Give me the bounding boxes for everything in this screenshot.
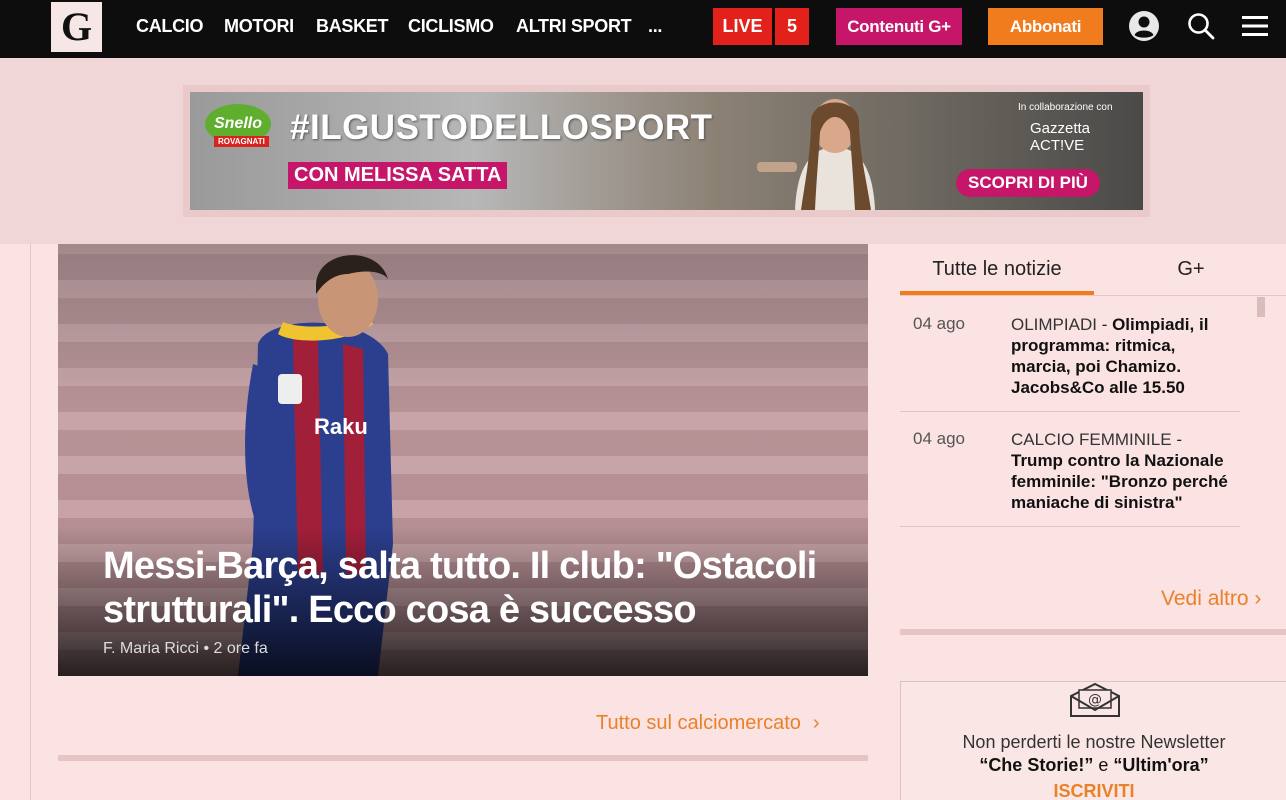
news-divider — [900, 411, 1240, 412]
section-divider — [900, 629, 1286, 635]
news-divider — [900, 526, 1240, 527]
see-more-link[interactable]: Vedi altro › — [1161, 587, 1261, 611]
news-text: CALCIO FEMMINILE - Trump contro la Nazio… — [1011, 429, 1236, 513]
newsletter-name-1: “Che Storie!” — [979, 755, 1094, 775]
news-date: 04 ago — [913, 314, 965, 333]
news-list-scrollbar[interactable] — [1257, 297, 1265, 317]
newsletter-intro: Non perderti le nostre Newsletter — [962, 732, 1226, 752]
news-text: OLIMPIADI - Olimpiadi, il programma: rit… — [1011, 314, 1236, 398]
user-icon[interactable] — [1127, 9, 1161, 43]
ad-collab-label: In collaborazione con — [1018, 102, 1113, 113]
nav-item-basket[interactable]: BASKET — [316, 16, 389, 37]
live-label: LIVE — [713, 8, 772, 45]
nav-item-ciclismo[interactable]: CICLISMO — [408, 16, 494, 37]
newsletter-subscribe-link[interactable]: ISCRIVITI — [901, 781, 1286, 800]
hero-time: 2 ore fa — [213, 640, 268, 657]
logo-letter: G — [60, 4, 93, 49]
category-separator: - — [1171, 430, 1182, 449]
newsletter-names: “Che Storie!” e “Ultim'ora” — [901, 755, 1286, 776]
sponsor-sub-logo: ROVAGNATI — [214, 136, 269, 147]
menu-icon[interactable] — [1238, 9, 1272, 43]
hero-author: F. Maria Ricci — [103, 640, 200, 657]
live-button[interactable]: LIVE 5 — [713, 8, 809, 45]
tab-gplus[interactable]: G+ — [1096, 258, 1286, 281]
news-category: CALCIO FEMMINILE — [1011, 430, 1172, 449]
chevron-right-icon: › — [812, 712, 820, 734]
ad-cta-button[interactable]: SCOPRI DI PIÙ — [956, 169, 1100, 197]
news-tabs: Tutte le notizie G+ — [900, 244, 1286, 296]
svg-text:Raku: Raku — [314, 414, 368, 439]
sponsored-banner[interactable]: Snello ROVAGNATI #ILGUSTODELLOSPORT CON … — [190, 92, 1143, 210]
category-separator: - — [1096, 315, 1113, 334]
hero-byline: F. Maria Ricci • 2 ore fa — [103, 640, 268, 658]
top-navigation-bar: G CALCIO MOTORI BASKET CICLISMO ALTRI SP… — [0, 0, 1286, 58]
news-date: 04 ago — [913, 429, 965, 448]
gplus-content-button[interactable]: Contenuti G+ — [836, 8, 962, 45]
see-more-label: Vedi altro — [1161, 587, 1249, 610]
newsletter-name-2: “Ultim'ora” — [1113, 755, 1209, 775]
gazzetta-logo[interactable]: G — [51, 2, 102, 52]
chevron-right-icon: › — [1254, 587, 1262, 610]
ad-collab-brand: Gazzetta ACT!VE — [1030, 120, 1091, 154]
nav-item-calcio[interactable]: CALCIO — [136, 16, 204, 37]
svg-text:@: @ — [1088, 692, 1102, 708]
calciomercato-link-label: Tutto sul calciomercato — [596, 712, 801, 734]
calciomercato-link[interactable]: Tutto sul calciomercato › — [596, 712, 820, 735]
newsletter-envelope-icon: @ — [1070, 682, 1120, 717]
newsletter-conj: e — [1098, 755, 1109, 775]
news-category: OLIMPIADI — [1011, 315, 1097, 334]
hero-headline[interactable]: Messi-Barça, salta tutto. Il club: "Osta… — [103, 544, 843, 632]
tabs-baseline — [900, 295, 1286, 296]
nav-item-motori[interactable]: MOTORI — [224, 16, 294, 37]
news-headline[interactable]: Trump contro la Nazionale femminile: "Br… — [1011, 451, 1228, 512]
hero-article[interactable]: Raku Messi-Barça, salta tutto. Il club: … — [58, 244, 868, 676]
ad-hashtag: #ILGUSTODELLOSPORT — [290, 108, 713, 147]
ad-person-image — [757, 99, 875, 210]
tab-tutte-le-notizie[interactable]: Tutte le notizie — [900, 258, 1094, 281]
news-item[interactable]: 04 ago OLIMPIADI - Olimpiadi, il program… — [900, 314, 1240, 414]
ad-featuring: CON MELISSA SATTA — [288, 162, 508, 189]
newsletter-box: @ Non perderti le nostre Newsletter “Che… — [900, 681, 1286, 800]
section-divider — [58, 755, 868, 761]
news-item[interactable]: 04 ago CALCIO FEMMINILE - Trump contro l… — [900, 429, 1240, 529]
nav-item-altri-sport[interactable]: ALTRI SPORT — [516, 16, 632, 37]
live-count-badge: 5 — [775, 8, 809, 45]
subscribe-button[interactable]: Abbonati — [988, 8, 1103, 45]
nav-item-more[interactable]: ... — [648, 16, 662, 37]
byline-separator: • — [203, 640, 214, 657]
search-icon[interactable] — [1184, 9, 1218, 43]
left-column-rule — [30, 244, 31, 800]
